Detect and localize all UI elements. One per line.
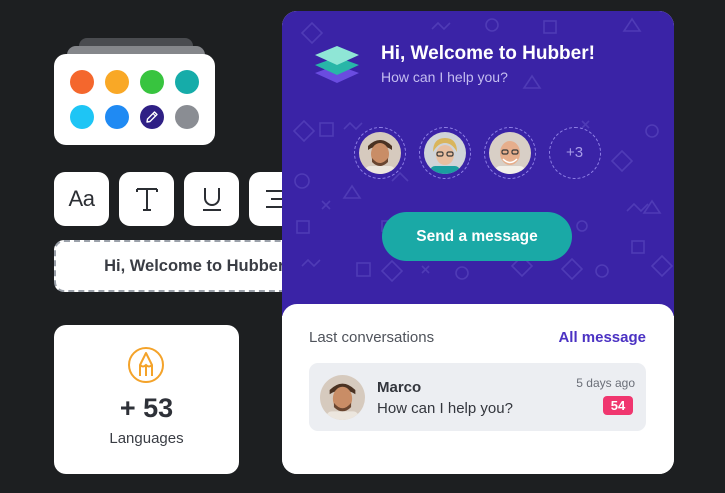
more-agents-count: +3 bbox=[565, 144, 584, 161]
text-t-icon bbox=[135, 188, 158, 211]
avatar bbox=[489, 132, 531, 174]
avatar bbox=[359, 132, 401, 174]
conversation-name: Marco bbox=[377, 379, 422, 396]
hubber-logo-icon bbox=[315, 46, 359, 83]
languages-count: + 53 bbox=[119, 393, 174, 423]
color-swatch-blue[interactable] bbox=[105, 105, 129, 129]
chat-header: Hi, Welcome to Hubber! How can I help yo… bbox=[282, 11, 674, 316]
all-messages-link[interactable]: All message bbox=[558, 329, 646, 346]
chat-title: Hi, Welcome to Hubber! bbox=[381, 43, 595, 64]
color-swatch-cyan[interactable] bbox=[70, 105, 94, 129]
pencil-icon bbox=[146, 111, 158, 123]
languages-label: Languages bbox=[109, 430, 184, 447]
text-tool-button[interactable] bbox=[119, 172, 174, 226]
color-swatch-yellow[interactable] bbox=[105, 70, 129, 94]
color-palette bbox=[54, 54, 215, 145]
agent-avatar[interactable] bbox=[354, 127, 406, 179]
font-button[interactable]: Aa bbox=[54, 172, 109, 226]
welcome-text: Hi, Welcome to Hubber! bbox=[104, 256, 290, 275]
color-swatch-teal[interactable] bbox=[175, 70, 199, 94]
send-message-button[interactable]: Send a message bbox=[382, 212, 572, 261]
chat-widget: Hi, Welcome to Hubber! How can I help yo… bbox=[282, 11, 674, 474]
unread-badge: 54 bbox=[603, 396, 633, 415]
avatar bbox=[320, 375, 365, 420]
more-agents-badge[interactable]: +3 bbox=[549, 127, 601, 179]
conversation-time: 5 days ago bbox=[576, 376, 635, 390]
color-swatch-orange[interactable] bbox=[70, 70, 94, 94]
color-swatch-selected[interactable] bbox=[140, 105, 164, 129]
pencil-tip-icon bbox=[128, 347, 164, 383]
conversations-heading: Last conversations bbox=[309, 329, 435, 346]
underline-icon bbox=[202, 188, 221, 211]
avatar bbox=[424, 132, 466, 174]
chat-subtitle: How can I help you? bbox=[381, 69, 508, 85]
last-conversations-panel: Last conversations All message Marco How… bbox=[282, 304, 674, 474]
color-swatch-gray[interactable] bbox=[175, 105, 199, 129]
conversation-item[interactable]: Marco How can I help you? 5 days ago 54 bbox=[309, 363, 646, 431]
color-swatch-green[interactable] bbox=[140, 70, 164, 94]
agent-avatar[interactable] bbox=[419, 127, 471, 179]
conversation-message: How can I help you? bbox=[377, 400, 513, 417]
font-button-label: Aa bbox=[68, 186, 95, 211]
agent-avatar[interactable] bbox=[484, 127, 536, 179]
underline-tool-button[interactable] bbox=[184, 172, 239, 226]
